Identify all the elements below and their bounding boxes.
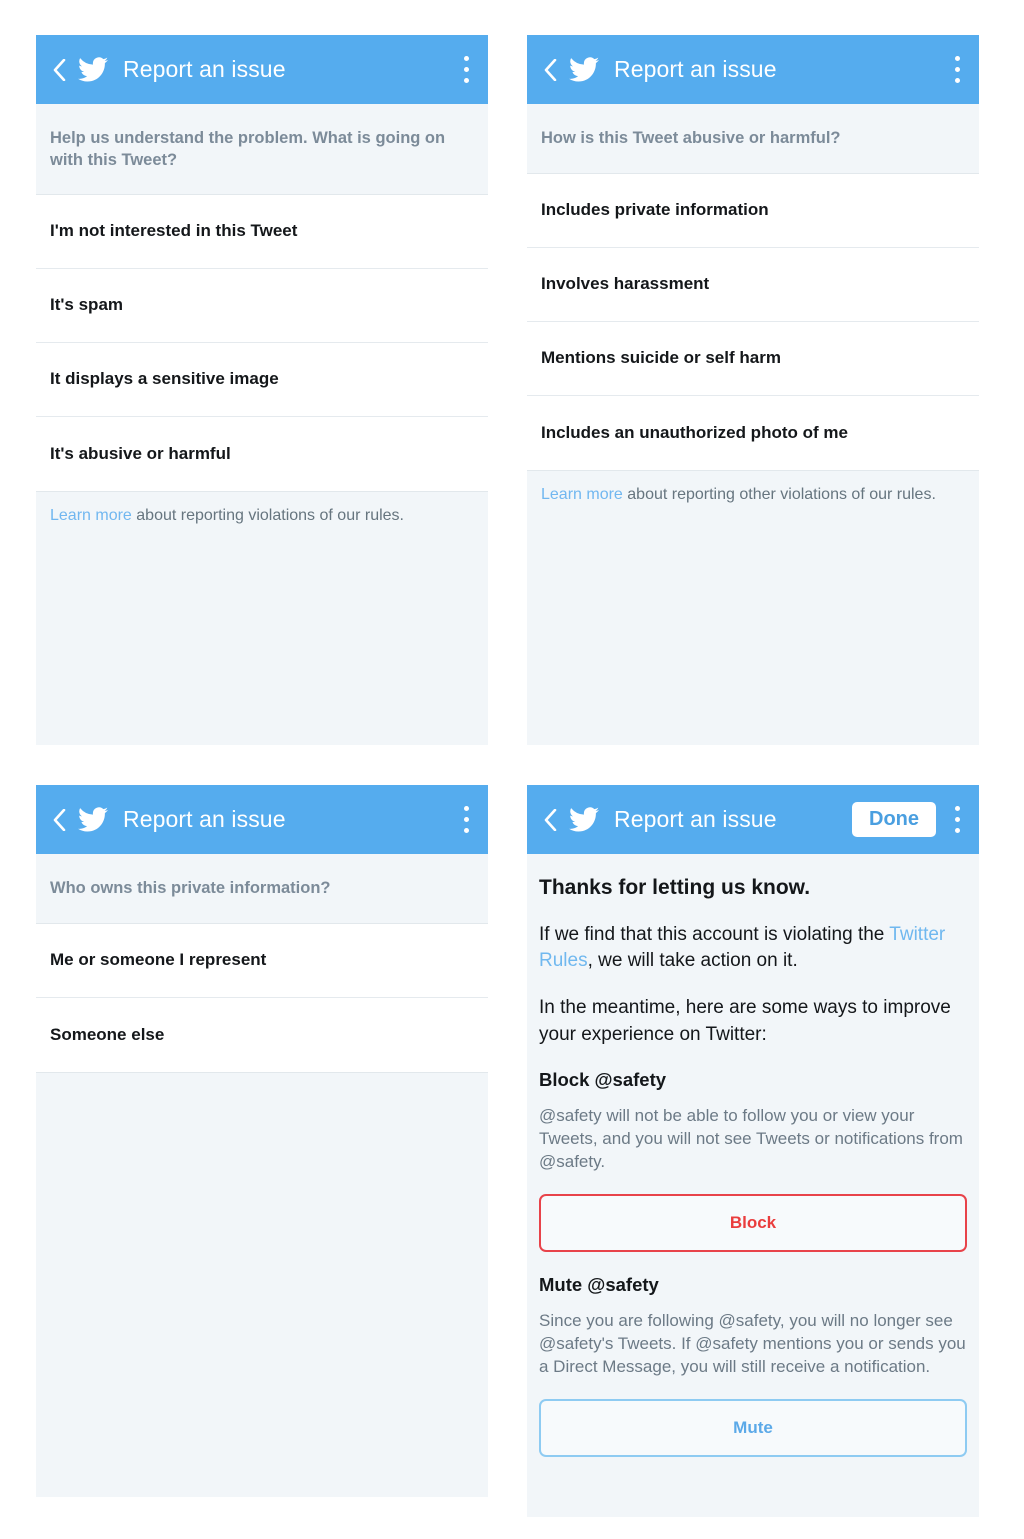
- option-row[interactable]: Includes an unauthorized photo of me: [527, 396, 979, 470]
- page-title: Report an issue: [123, 56, 286, 82]
- option-row[interactable]: Me or someone I represent: [36, 924, 488, 998]
- app-header: Report an issue: [527, 35, 979, 104]
- report-step-3-panel: Report an issue Who owns this private in…: [36, 785, 488, 1497]
- done-button[interactable]: Done: [852, 802, 936, 837]
- question-prompt: How is this Tweet abusive or harmful?: [541, 129, 841, 147]
- footer-note: Learn more about reporting other violati…: [527, 471, 979, 506]
- block-section-description: @safety will not be able to follow you o…: [539, 1105, 963, 1171]
- learn-more-link[interactable]: Learn more: [50, 507, 132, 524]
- option-list: I'm not interested in this Tweet It's sp…: [36, 193, 488, 492]
- kebab-menu-icon[interactable]: [952, 53, 962, 87]
- twitter-bird-icon: [567, 55, 601, 85]
- option-row[interactable]: It's abusive or harmful: [36, 417, 488, 491]
- back-chevron-icon[interactable]: [539, 805, 561, 835]
- question-prompt: Who owns this private information?: [50, 879, 331, 897]
- app-header: Report an issue Done: [527, 785, 979, 854]
- violation-text-before: If we find that this account is violatin…: [539, 924, 890, 945]
- meantime-paragraph: In the meantime, here are some ways to i…: [539, 997, 951, 1045]
- thanks-heading: Thanks for letting us know.: [539, 876, 811, 899]
- learn-more-link[interactable]: Learn more: [541, 486, 623, 503]
- report-step-2-panel: Report an issue How is this Tweet abusiv…: [527, 35, 979, 745]
- violation-text-after: , we will take action on it.: [587, 950, 798, 972]
- app-header: Report an issue: [36, 785, 488, 854]
- confirmation-body: Thanks for letting us know. If we find t…: [527, 854, 979, 1457]
- report-confirmation-panel: Report an issue Done Thanks for letting …: [527, 785, 979, 1517]
- block-section-heading: Block @safety: [539, 1068, 667, 1090]
- twitter-bird-icon: [76, 55, 110, 85]
- back-chevron-icon[interactable]: [48, 55, 70, 85]
- option-row[interactable]: I'm not interested in this Tweet: [36, 195, 488, 269]
- footer-note-text: about reporting other violations of our …: [622, 485, 936, 503]
- option-row[interactable]: It displays a sensitive image: [36, 343, 488, 417]
- option-row[interactable]: Involves harassment: [527, 248, 979, 322]
- mute-section-heading: Mute @safety: [539, 1273, 659, 1295]
- app-header: Report an issue: [36, 35, 488, 104]
- option-row[interactable]: It's spam: [36, 269, 488, 343]
- mute-button[interactable]: Mute: [539, 1398, 967, 1457]
- mute-section-description: Since you are following @safety, you wil…: [539, 1310, 966, 1376]
- page-title: Report an issue: [614, 56, 777, 82]
- option-list: Me or someone I represent Someone else: [36, 922, 488, 1073]
- question-prompt: Help us understand the problem. What is …: [50, 129, 446, 169]
- twitter-bird-icon: [76, 805, 110, 835]
- page-title: Report an issue: [123, 806, 286, 832]
- option-list: Includes private information Involves ha…: [527, 172, 979, 471]
- option-row[interactable]: Someone else: [36, 998, 488, 1072]
- kebab-menu-icon[interactable]: [952, 803, 962, 837]
- page-title: Report an issue: [614, 806, 777, 832]
- option-row[interactable]: Includes private information: [527, 174, 979, 248]
- back-chevron-icon[interactable]: [48, 805, 70, 835]
- screenshot-grid: Report an issue Help us understand the p…: [0, 0, 1024, 1539]
- footer-note: Learn more about reporting violations of…: [36, 492, 488, 527]
- twitter-bird-icon: [567, 805, 601, 835]
- block-button[interactable]: Block: [539, 1193, 967, 1252]
- kebab-menu-icon[interactable]: [461, 53, 471, 87]
- option-row[interactable]: Mentions suicide or self harm: [527, 322, 979, 396]
- violation-paragraph: If we find that this account is violatin…: [539, 922, 967, 974]
- back-chevron-icon[interactable]: [539, 55, 561, 85]
- kebab-menu-icon[interactable]: [461, 803, 471, 837]
- report-step-1-panel: Report an issue Help us understand the p…: [36, 35, 488, 745]
- footer-note-text: about reporting violations of our rules.: [131, 506, 404, 524]
